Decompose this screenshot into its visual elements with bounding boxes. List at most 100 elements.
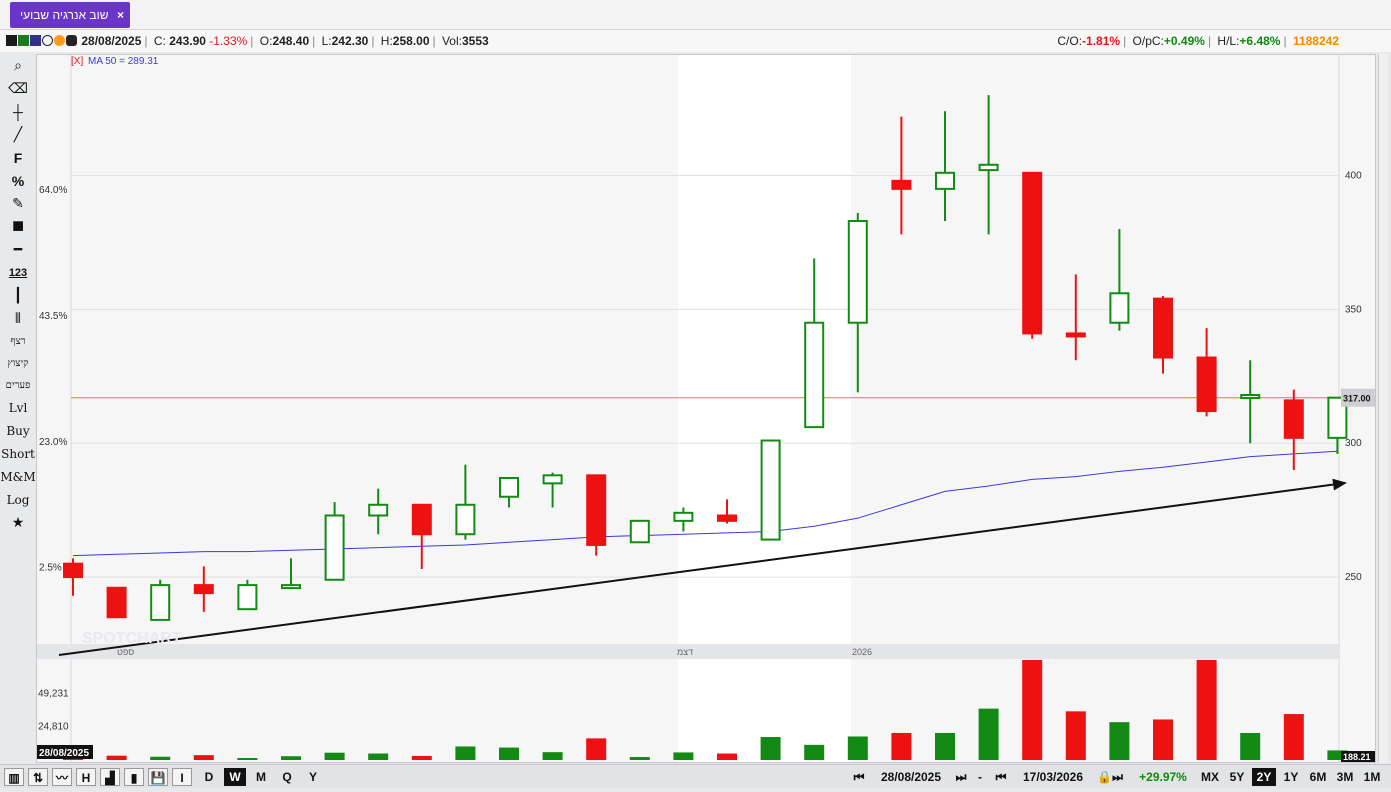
candle-body[interactable]: [1153, 297, 1173, 359]
cut-tool[interactable]: קיצוץ: [3, 352, 33, 374]
candle-body[interactable]: [935, 171, 955, 190]
percent-tool[interactable]: %: [3, 169, 33, 192]
open-value: 248.40: [272, 34, 310, 48]
chart-area[interactable]: 250 300 350 400 2.5% 23.0% 43.5% 64.0% 24,810 49,…: [36, 54, 1376, 763]
candle-body[interactable]: [1283, 399, 1304, 439]
candle-body[interactable]: [978, 163, 999, 172]
date-dash[interactable]: -: [975, 768, 985, 786]
candle-body[interactable]: [673, 511, 694, 522]
short-tool[interactable]: Short: [1, 442, 35, 465]
candle-body[interactable]: [106, 586, 127, 619]
range-3m[interactable]: 3M: [1333, 768, 1357, 786]
period-q[interactable]: Q: [276, 768, 298, 786]
compare-button[interactable]: ⇅: [28, 768, 48, 786]
buy-tool[interactable]: Buy: [3, 419, 33, 442]
range-6m[interactable]: 6M: [1306, 768, 1330, 786]
trend-line-icon[interactable]: ╱: [3, 123, 33, 146]
line-style-button[interactable]: 〰: [52, 768, 72, 786]
next-page-icon[interactable]: ⏭: [948, 768, 974, 786]
candle-body[interactable]: [1065, 332, 1086, 338]
candle-body[interactable]: [324, 514, 345, 581]
percent-tick-label: 43.5%: [39, 311, 67, 322]
first-page-icon[interactable]: ⏮: [846, 768, 872, 786]
candle-body[interactable]: [150, 584, 171, 621]
candle-body[interactable]: [804, 321, 825, 429]
candle-body[interactable]: [499, 477, 519, 498]
candle-body[interactable]: [368, 503, 389, 517]
hlc-button[interactable]: H: [76, 768, 96, 786]
registered-icon[interactable]: [42, 35, 53, 46]
count-tool[interactable]: 123: [3, 261, 33, 284]
chart-type-icon[interactable]: [6, 35, 17, 46]
search-icon[interactable]: ⌕: [3, 54, 33, 77]
candle-body[interactable]: [1240, 394, 1261, 400]
candle-body[interactable]: [1109, 292, 1130, 324]
gaps-tool[interactable]: פערים: [3, 374, 33, 396]
color-icon[interactable]: ■: [3, 215, 33, 238]
candle-body[interactable]: [586, 474, 607, 546]
period-d[interactable]: D: [198, 768, 220, 786]
period-m[interactable]: M: [250, 768, 272, 786]
horizontal-line-icon[interactable]: ━: [3, 238, 33, 261]
share-icon[interactable]: [18, 35, 29, 46]
candle-body[interactable]: [1022, 171, 1043, 335]
range-5y[interactable]: 5Y: [1225, 768, 1249, 786]
range-1y[interactable]: 1Y: [1279, 768, 1303, 786]
interval-button[interactable]: I: [172, 768, 192, 786]
candle-body[interactable]: [237, 584, 258, 611]
volume-bar: [847, 736, 868, 760]
candles-icon[interactable]: ⫴: [3, 307, 33, 330]
chart-svg[interactable]: 250 300 350 400 2.5% 23.0% 43.5% 64.0% 24,810 49,…: [37, 55, 1375, 762]
crosshair-icon[interactable]: ┼: [3, 100, 33, 123]
candle-body[interactable]: [63, 562, 83, 579]
lock-end-icon[interactable]: 🔒⏭: [1090, 768, 1130, 786]
period-w[interactable]: W: [224, 768, 246, 786]
volume-bar: [368, 753, 389, 760]
vertical-scrollbar[interactable]: [1378, 54, 1388, 763]
candle-body[interactable]: [891, 179, 912, 190]
candle-body[interactable]: [847, 219, 868, 324]
fibonacci-tool[interactable]: F: [3, 146, 33, 169]
close-tab-icon[interactable]: ×: [117, 2, 124, 28]
candle-body[interactable]: [760, 439, 781, 541]
candle-body[interactable]: [1196, 356, 1217, 413]
candle-body[interactable]: [193, 584, 214, 595]
range-1m[interactable]: 1M: [1360, 768, 1384, 786]
low-value: 242.30: [331, 34, 369, 48]
star-icon[interactable]: ★: [3, 511, 33, 534]
mm-tool[interactable]: M&M: [0, 465, 35, 488]
time-label: דצמ: [677, 647, 693, 657]
from-date[interactable]: 28/08/2025: [876, 768, 946, 786]
to-date[interactable]: 17/03/2026: [1018, 768, 1088, 786]
column-style-button[interactable]: ▮: [124, 768, 144, 786]
vertical-line-icon[interactable]: ┃: [3, 284, 33, 307]
log-tool[interactable]: Log: [3, 488, 33, 511]
comment-icon[interactable]: [66, 35, 77, 46]
co-label: C/O:: [1057, 34, 1083, 48]
range-2y[interactable]: 2Y: [1252, 768, 1276, 786]
sequence-tool[interactable]: רצף: [3, 330, 33, 352]
lvl-tool[interactable]: Lvl: [3, 396, 33, 419]
candle-body[interactable]: [629, 519, 650, 544]
ma50-legend: MA 50 = 289.31: [88, 56, 159, 67]
period-y[interactable]: Y: [302, 768, 324, 786]
symbol-icon[interactable]: [30, 35, 41, 46]
close-value: 243.90: [169, 34, 206, 48]
candle-body[interactable]: [411, 503, 432, 536]
candle-body[interactable]: [281, 584, 301, 590]
candle-body[interactable]: [455, 503, 476, 536]
prev-page-icon[interactable]: ⏮: [988, 768, 1014, 786]
bar-style-button[interactable]: ▟: [100, 768, 120, 786]
candle-body[interactable]: [717, 514, 737, 522]
opc-value: +0.49%: [1163, 34, 1205, 48]
save-button[interactable]: 💾: [148, 768, 168, 786]
edit-icon[interactable]: ✎: [3, 192, 33, 215]
volume-tick-label: 49,231: [38, 688, 69, 699]
alert-icon[interactable]: [54, 35, 65, 46]
candle-style-button[interactable]: ▥: [4, 768, 24, 786]
range-mx[interactable]: MX: [1198, 768, 1222, 786]
chart-tab[interactable]: שוב אנרגיה שבועי ×: [10, 2, 130, 28]
range-change[interactable]: +29.97%: [1134, 768, 1192, 786]
eraser-icon[interactable]: ⌫: [3, 77, 33, 100]
candle-body[interactable]: [542, 474, 563, 485]
